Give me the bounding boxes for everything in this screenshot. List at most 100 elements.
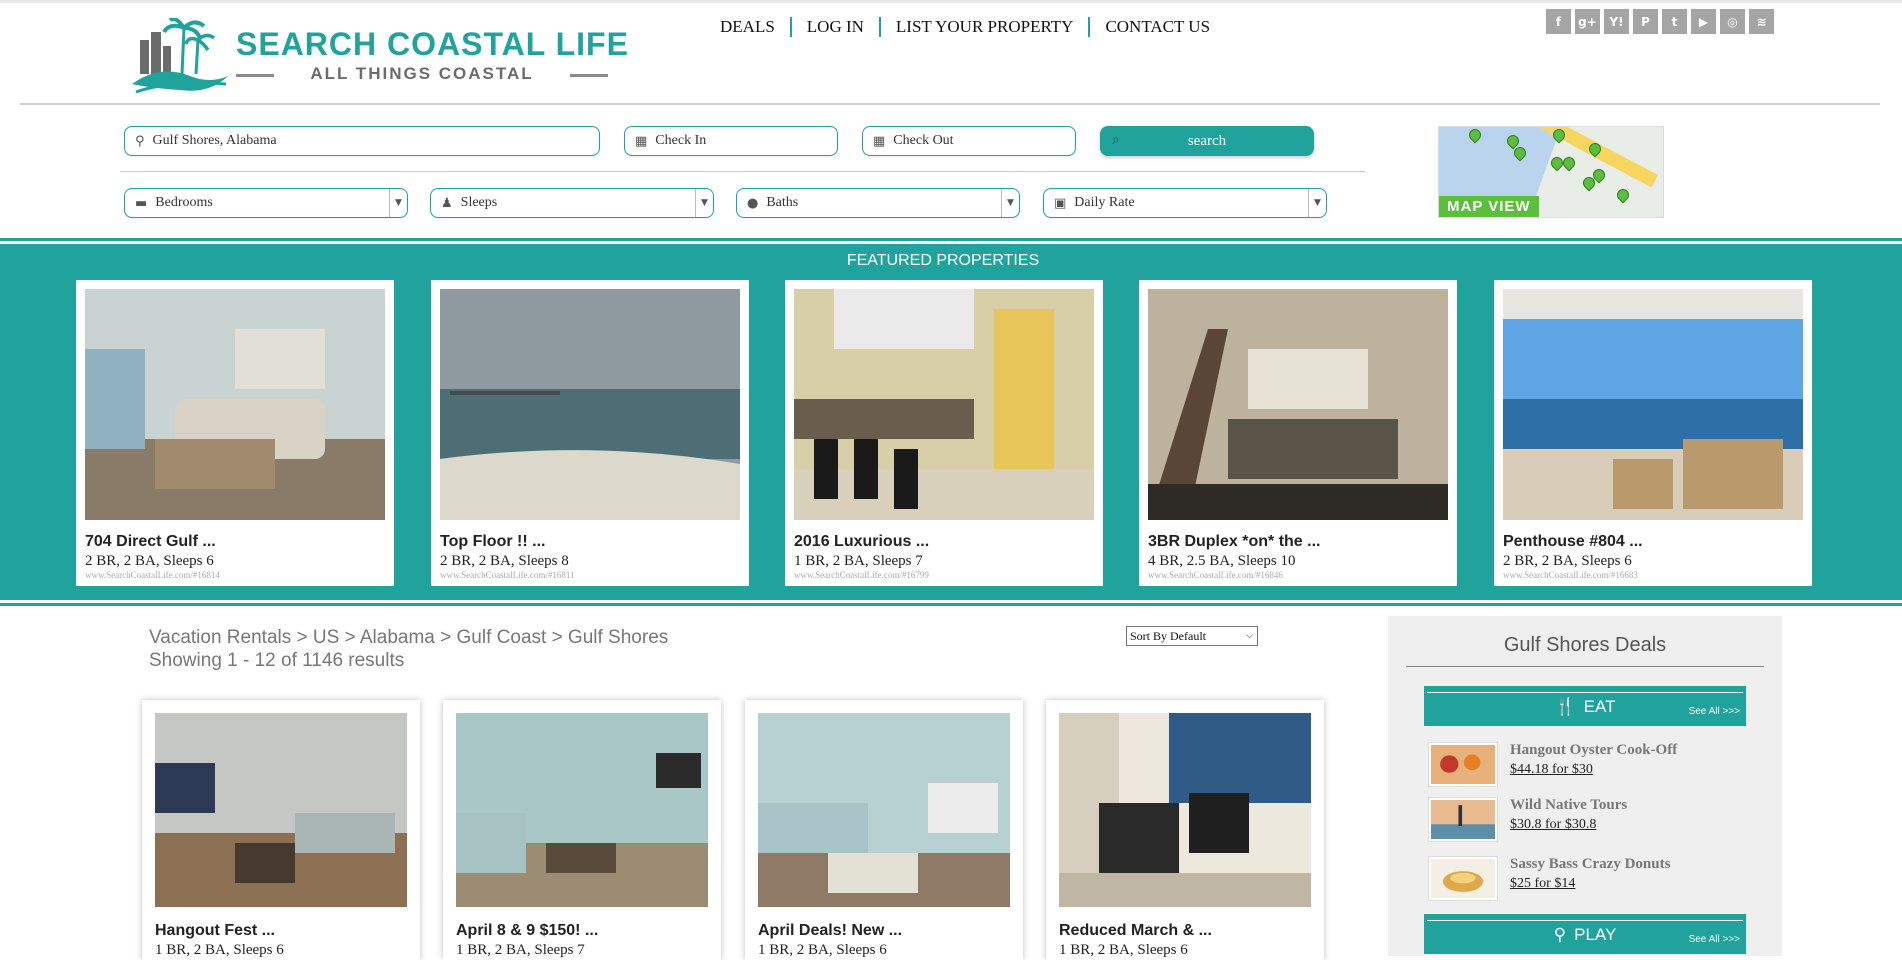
featured-meta: 2 BR, 2 BA, Sleeps 6 — [85, 553, 214, 569]
google-plus-icon[interactable]: g+ — [1575, 9, 1600, 34]
listing-card[interactable]: Hangout Fest ... 1 BR, 2 BA, Sleeps 6 — [142, 700, 420, 960]
bedrooms-value: Bedrooms — [155, 195, 213, 210]
featured-id: www.SearchCoastalLife.com/#16799 — [794, 570, 929, 580]
featured-title: FEATURED PROPERTIES — [846, 252, 1040, 269]
listing-meta: 1 BR, 2 BA, Sleeps 7 — [456, 942, 585, 958]
featured-card[interactable]: Penthouse #804 ... 2 BR, 2 BA, Sleeps 6 … — [1494, 280, 1812, 586]
facebook-icon[interactable]: f — [1546, 9, 1571, 34]
play-category-header[interactable]: ⚲ PLAY See All >>> — [1424, 914, 1746, 954]
chevron-down-icon: ▼ — [389, 189, 407, 217]
deal-name: Wild Native Tours — [1510, 797, 1628, 813]
daily-rate-select[interactable]: ▣ Daily Rate ▼ — [1043, 188, 1327, 218]
check-out-input[interactable]: ▦ Check Out — [862, 126, 1076, 156]
see-all-eat-link[interactable]: See All >>> — [1689, 706, 1740, 717]
bedrooms-select[interactable]: ▬ Bedrooms ▼ — [124, 188, 408, 218]
deal-price-link[interactable]: $44.18 for $30 — [1510, 762, 1593, 778]
map-pin-icon — [1614, 186, 1632, 204]
listing-photo — [155, 713, 407, 907]
eat-category-header[interactable]: 🍴 EAT See All >>> — [1424, 686, 1746, 726]
deal-thumbnail — [1428, 797, 1498, 842]
see-all-play-link[interactable]: See All >>> — [1689, 934, 1740, 945]
youtube-icon[interactable]: ▶ — [1691, 9, 1716, 34]
listing-photo — [1059, 713, 1311, 907]
listing-meta: 1 BR, 2 BA, Sleeps 6 — [758, 942, 887, 958]
search-button[interactable]: ⌕ search — [1100, 126, 1314, 156]
utensils-icon: 🍴 — [1554, 697, 1576, 717]
nav-login[interactable]: LOG IN — [789, 17, 879, 37]
deal-thumbnail — [1428, 742, 1498, 787]
users-icon: ♟ — [441, 195, 453, 211]
featured-title-text: 704 Direct Gulf ... — [85, 533, 216, 550]
map-view-thumbnail[interactable]: MAP VIEW — [1438, 126, 1664, 218]
header-divider — [20, 103, 1880, 105]
twitter-icon[interactable]: t — [1662, 9, 1687, 34]
baths-select[interactable]: ● Baths ▼ — [736, 188, 1020, 218]
main-nav: DEALS LOG IN LIST YOUR PROPERTY CONTACT … — [710, 17, 1225, 37]
bicycle-icon: ⚲ — [1553, 925, 1567, 945]
search-divider — [120, 171, 1365, 172]
instagram-icon[interactable]: ◎ — [1720, 9, 1745, 34]
palm-skyline-icon — [132, 18, 228, 94]
results-count: Showing 1 - 12 of 1146 results — [149, 650, 405, 671]
featured-card[interactable]: 704 Direct Gulf ... 2 BR, 2 BA, Sleeps 6… — [76, 280, 394, 586]
featured-card[interactable]: 2016 Luxurious ... 1 BR, 2 BA, Sleeps 7 … — [785, 280, 1103, 586]
listing-card[interactable]: April 8 & 9 $150! ... 1 BR, 2 BA, Sleeps… — [443, 700, 721, 960]
featured-id: www.SearchCoastalLife.com/#16811 — [440, 570, 575, 580]
property-photo-beach — [440, 289, 740, 520]
featured-title-text: Penthouse #804 ... — [1503, 533, 1643, 550]
featured-card[interactable]: 3BR Duplex *on* the ... 4 BR, 2.5 BA, Sl… — [1139, 280, 1457, 586]
featured-meta: 2 BR, 2 BA, Sleeps 8 — [440, 553, 569, 569]
top-border — [0, 0, 1902, 3]
chevron-down-icon: ▼ — [1001, 189, 1019, 217]
property-photo-balcony — [1503, 289, 1803, 520]
pinterest-icon[interactable]: P — [1633, 9, 1658, 34]
featured-title-text: 3BR Duplex *on* the ... — [1148, 533, 1321, 550]
check-out-placeholder: Check Out — [893, 133, 954, 148]
map-pin-icon — [1560, 154, 1578, 172]
listing-card[interactable]: Reduced March & ... 1 BR, 2 BA, Sleeps 6 — [1046, 700, 1324, 960]
property-photo-kitchen — [794, 289, 1094, 520]
daily-rate-value: Daily Rate — [1074, 195, 1135, 210]
chevron-down-icon: ▼ — [695, 189, 713, 217]
property-photo-duplex — [1148, 289, 1448, 520]
deal-name: Hangout Oyster Cook-Off — [1510, 742, 1678, 758]
deal-price-link[interactable]: $25 for $14 — [1510, 876, 1575, 892]
deals-sidebar: Gulf Shores Deals 🍴 EAT See All >>> Hango… — [1388, 616, 1782, 956]
featured-meta: 4 BR, 2.5 BA, Sleeps 10 — [1148, 553, 1296, 569]
listing-card[interactable]: April Deals! New ... 1 BR, 2 BA, Sleeps … — [745, 700, 1023, 960]
breadcrumb-path[interactable]: Vacation Rentals > US > Alabama > Gulf C… — [149, 626, 668, 649]
rss-icon[interactable]: ≋ — [1749, 9, 1774, 34]
site-logo[interactable]: SEARCH COASTAL LIFE ALL THINGS COASTAL — [130, 18, 628, 94]
deal-price-link[interactable]: $30.8 for $30.8 — [1510, 817, 1596, 833]
baths-value: Baths — [766, 195, 799, 210]
sleeps-select[interactable]: ♟ Sleeps ▼ — [430, 188, 714, 218]
sidebar-divider — [1406, 666, 1764, 667]
listing-photo — [456, 713, 708, 907]
nav-deals[interactable]: DEALS — [710, 17, 790, 37]
featured-title-text: 2016 Luxurious ... — [794, 533, 930, 550]
featured-card[interactable]: Top Floor !! ... 2 BR, 2 BA, Sleeps 8 ww… — [431, 280, 749, 586]
featured-meta: 2 BR, 2 BA, Sleeps 6 — [1503, 553, 1632, 569]
sort-select[interactable]: Sort By Default ⌵ — [1126, 626, 1258, 646]
logo-title: SEARCH COASTAL LIFE — [236, 26, 629, 62]
map-marker-icon: ⚲ — [135, 133, 145, 149]
check-in-input[interactable]: ▦ Check In — [624, 126, 838, 156]
featured-properties: FEATURED PROPERTIES 704 Direct Gulf ... … — [0, 241, 1902, 603]
nav-list-property[interactable]: LIST YOUR PROPERTY — [878, 17, 1089, 37]
sidebar-title: Gulf Shores Deals — [1503, 634, 1667, 656]
listing-title: April 8 & 9 $150! ... — [456, 922, 599, 939]
yelp-icon[interactable]: Y! — [1604, 9, 1629, 34]
nav-contact-us[interactable]: CONTACT US — [1088, 17, 1225, 37]
listing-title: Hangout Fest ... — [155, 922, 275, 939]
search-icon: ⌕ — [1112, 132, 1120, 148]
play-text: PLAY — [1574, 925, 1617, 944]
featured-id: www.SearchCoastalLife.com/#16814 — [85, 570, 220, 580]
property-photo-living-room — [85, 289, 385, 520]
sleeps-value: Sleeps — [460, 195, 498, 210]
water-drop-icon: ● — [747, 195, 759, 211]
location-input[interactable]: ⚲ Gulf Shores, Alabama — [124, 126, 600, 156]
logo-tagline: ALL THINGS COASTAL — [236, 64, 608, 84]
featured-id: www.SearchCoastalLife.com/#16846 — [1148, 570, 1283, 580]
location-value: Gulf Shores, Alabama — [152, 133, 277, 148]
listing-title: April Deals! New ... — [758, 922, 903, 939]
